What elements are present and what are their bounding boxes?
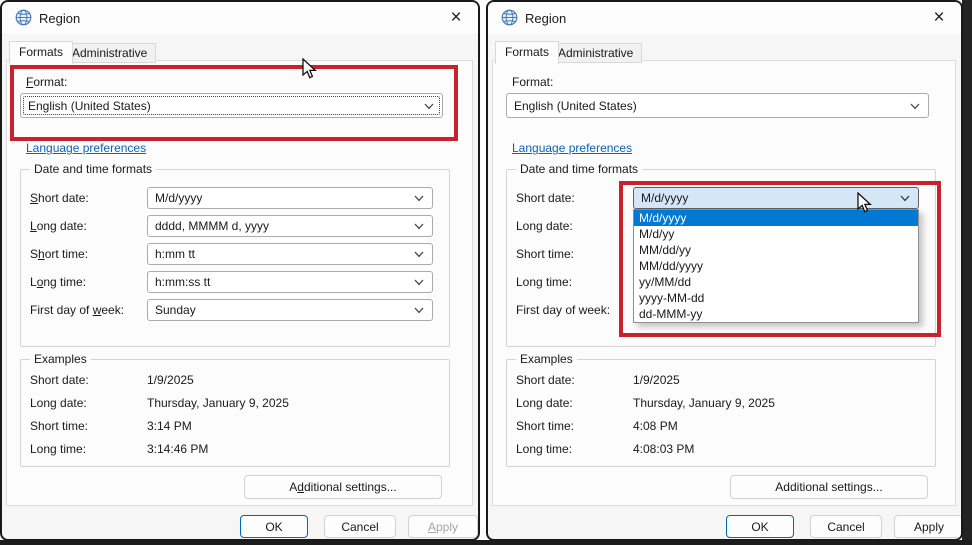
dropdown-option[interactable]: MM/dd/yy xyxy=(634,242,918,258)
short-date-label: Short date: xyxy=(516,191,575,205)
format-combobox-value: English (United States) xyxy=(514,98,637,113)
short-date-value: M/d/yyyy xyxy=(155,191,203,205)
tab-formats[interactable]: Formats xyxy=(495,41,560,64)
short-date-dropdown-list[interactable]: M/d/yyyy M/d/yy MM/dd/yy MM/dd/yyyy yy/M… xyxy=(633,209,919,323)
dropdown-option[interactable]: M/d/yy xyxy=(634,226,918,242)
long-date-label: Long date: xyxy=(30,219,87,233)
cancel-button[interactable]: Cancel xyxy=(810,515,882,538)
title-bar[interactable]: Region × xyxy=(2,2,478,34)
close-icon[interactable]: × xyxy=(444,6,468,30)
chevron-down-icon xyxy=(414,273,424,291)
example-long-time-value: 4:08:03 PM xyxy=(633,442,695,456)
dropdown-option-selected[interactable]: M/d/yyyy xyxy=(634,210,918,226)
example-short-time-value: 3:14 PM xyxy=(147,419,192,433)
language-preferences-link[interactable]: Language preferences xyxy=(512,141,632,155)
dropdown-option[interactable]: MM/dd/yyyy xyxy=(634,258,918,274)
region-globe-icon xyxy=(15,9,32,31)
apply-button[interactable]: Apply xyxy=(408,515,478,538)
format-combobox-value: English (United States) xyxy=(28,98,151,113)
example-long-date-label: Long date: xyxy=(516,396,573,410)
chevron-down-icon xyxy=(414,301,424,319)
first-day-label: First day of week: xyxy=(516,303,611,317)
short-time-combobox[interactable]: h:mm tt xyxy=(147,243,433,265)
example-long-date-value: Thursday, January 9, 2025 xyxy=(633,396,775,410)
chevron-down-icon xyxy=(900,189,910,207)
ok-button[interactable]: OK xyxy=(726,515,794,538)
long-time-combobox[interactable]: h:mm:ss tt xyxy=(147,271,433,293)
example-long-time-value: 3:14:46 PM xyxy=(147,442,209,456)
chevron-down-icon xyxy=(424,97,434,115)
example-long-date-value: Thursday, January 9, 2025 xyxy=(147,396,289,410)
examples-group-title: Examples xyxy=(516,352,577,366)
region-dialog-right: Region × Formats Administrative Format: … xyxy=(486,0,963,541)
tab-formats[interactable]: Formats xyxy=(9,41,74,64)
format-label: Format: xyxy=(26,75,68,89)
region-globe-icon xyxy=(501,9,518,31)
region-dialog-left: Region × Formats Administrative Format: … xyxy=(0,0,480,541)
format-label: Format: xyxy=(512,75,554,89)
chevron-down-icon xyxy=(414,245,424,263)
short-date-combobox-open[interactable]: M/d/yyyy xyxy=(633,187,919,209)
background-strip-right xyxy=(962,0,972,545)
background-strip-bottom xyxy=(0,540,972,545)
example-short-time-label: Short time: xyxy=(516,419,575,433)
long-date-value: dddd, MMMM d, yyyy xyxy=(155,219,270,233)
example-long-time-label: Long time: xyxy=(30,442,87,456)
close-icon[interactable]: × xyxy=(927,6,951,30)
short-time-label: Short time: xyxy=(30,247,89,261)
example-long-time-label: Long time: xyxy=(516,442,573,456)
examples-group-title: Examples xyxy=(30,352,91,366)
long-time-label: Long time: xyxy=(30,275,87,289)
example-short-date-label: Short date: xyxy=(516,373,575,387)
tab-administrative[interactable]: Administrative xyxy=(63,43,157,63)
short-date-combobox[interactable]: M/d/yyyy xyxy=(147,187,433,209)
long-time-value: h:mm:ss tt xyxy=(155,275,211,289)
short-date-value: M/d/yyyy xyxy=(641,191,689,205)
example-long-date-label: Long date: xyxy=(30,396,87,410)
example-short-time-label: Short time: xyxy=(30,419,89,433)
example-short-time-value: 4:08 PM xyxy=(633,419,678,433)
cancel-button[interactable]: Cancel xyxy=(324,515,396,538)
format-combobox[interactable]: English (United States) xyxy=(20,93,443,118)
example-short-date-label: Short date: xyxy=(30,373,89,387)
datetime-formats-group-title: Date and time formats xyxy=(516,162,643,176)
short-time-label: Short time: xyxy=(516,247,575,261)
window-title: Region xyxy=(525,11,567,26)
short-date-label: Short date: xyxy=(30,191,89,205)
dropdown-option[interactable]: dd-MMM-yy xyxy=(634,306,918,322)
first-day-combobox[interactable]: Sunday xyxy=(147,299,433,321)
first-day-value: Sunday xyxy=(155,303,196,317)
dropdown-option[interactable]: yyyy-MM-dd xyxy=(634,290,918,306)
example-short-date-value: 1/9/2025 xyxy=(633,373,680,387)
window-title: Region xyxy=(39,11,81,26)
first-day-label: First day of week: xyxy=(30,303,125,317)
tab-administrative[interactable]: Administrative xyxy=(549,43,643,63)
chevron-down-icon xyxy=(910,97,920,115)
long-date-label: Long date: xyxy=(516,219,573,233)
apply-button[interactable]: Apply xyxy=(894,515,961,538)
example-short-date-value: 1/9/2025 xyxy=(147,373,194,387)
additional-settings-button[interactable]: Additional settings... xyxy=(244,475,442,499)
chevron-down-icon xyxy=(414,189,424,207)
datetime-formats-group-title: Date and time formats xyxy=(30,162,157,176)
title-bar[interactable]: Region × xyxy=(488,2,961,34)
long-time-label: Long time: xyxy=(516,275,573,289)
format-combobox[interactable]: English (United States) xyxy=(506,93,929,118)
ok-button[interactable]: OK xyxy=(240,515,308,538)
long-date-combobox[interactable]: dddd, MMMM d, yyyy xyxy=(147,215,433,237)
additional-settings-button[interactable]: Additional settings... xyxy=(730,475,928,499)
dropdown-option[interactable]: yy/MM/dd xyxy=(634,274,918,290)
short-time-value: h:mm tt xyxy=(155,247,196,261)
chevron-down-icon xyxy=(414,217,424,235)
language-preferences-link[interactable]: Language preferences xyxy=(26,141,146,155)
